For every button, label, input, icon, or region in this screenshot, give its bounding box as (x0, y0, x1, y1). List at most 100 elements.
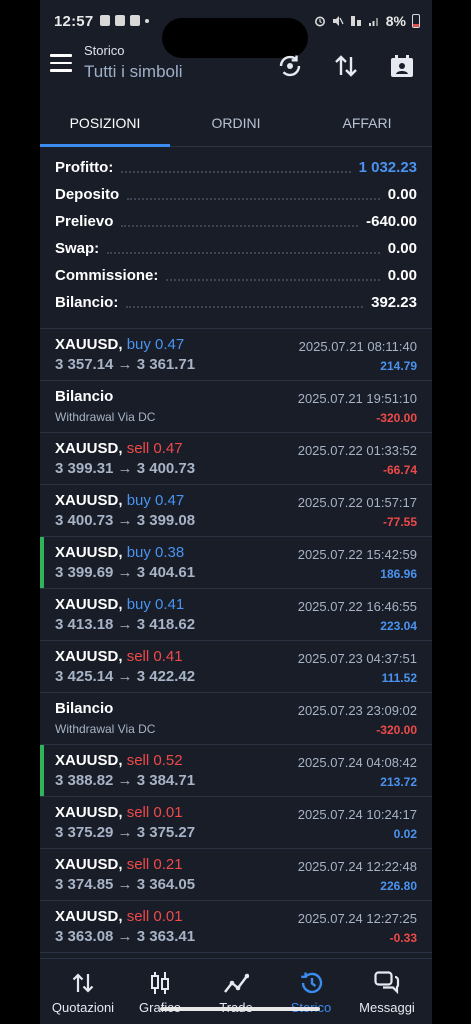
trade-row[interactable]: 3 363.08 → 3 363.41 XAUUSD, sell 0.01 2025… (40, 901, 432, 953)
bottom-navigation: Quotazioni Grafico Trade Storico Messagg… (40, 958, 432, 1024)
dotted-leader (126, 305, 364, 308)
mt5-history-screen: 12:57 8% Storico Tutti i simboli POSIZIO… (40, 0, 432, 1024)
side-label: sell (126, 804, 150, 821)
trade-row[interactable]: 3 375.29 → 3 375.27 XAUUSD, sell 0.01 2025… (40, 797, 432, 849)
side-label: sell (126, 440, 150, 457)
gesture-bar (160, 1007, 320, 1011)
status-bar: 12:57 8% (40, 0, 432, 58)
tab-posizioni[interactable]: POSIZIONI (40, 100, 170, 146)
balance-row[interactable]: Withdrawal Via DC Bilancio 2025.07.21 19:5… (40, 381, 432, 433)
trade-side: sell 0.21 (127, 856, 183, 873)
summary-label: Prelievo (55, 213, 114, 230)
open-close-prices: 3 357.14 → 3 361.71 (55, 356, 196, 373)
trade-symbol: XAUUSD, buy 0.41 (55, 596, 184, 613)
dotted-leader (166, 278, 380, 281)
trade-date: 2025.07.24 12:22:48 (297, 859, 417, 874)
trade-date: 2025.07.24 12:27:25 (297, 911, 417, 926)
dotted-leader (107, 251, 380, 254)
trade-profit: 223.04 (380, 619, 417, 633)
symbol-text: XAUUSD, (55, 908, 123, 925)
trade-date: 2025.07.22 16:46:55 (297, 599, 417, 614)
tab-ordini[interactable]: ORDINI (171, 100, 301, 146)
summary-value: -640.00 (366, 213, 417, 230)
trade-volume: 0.38 (155, 544, 185, 561)
notification-icons (100, 15, 149, 26)
trade-volume: 0.41 (153, 648, 183, 665)
status-time: 12:57 (54, 13, 94, 30)
trade-volume: 0.01 (153, 908, 183, 925)
trade-profit: -320.00 (376, 723, 417, 737)
trade-symbol: XAUUSD, sell 0.47 (55, 440, 183, 457)
trade-date: 2025.07.21 19:51:10 (297, 391, 417, 406)
calendar-icon[interactable] (386, 50, 418, 82)
balance-note: Withdrawal Via DC (55, 410, 156, 424)
symbol-filter[interactable]: Tutti i simboli (84, 62, 183, 82)
symbol-text: XAUUSD, (55, 856, 123, 873)
trade-profit: 214.79 (380, 359, 417, 373)
sort-icon[interactable] (330, 50, 362, 82)
summary-value: 1 032.23 (358, 159, 417, 176)
open-close-prices: 3 375.29 → 3 375.27 (55, 824, 196, 841)
trade-profit: 213.72 (380, 775, 417, 789)
balance-note: Withdrawal Via DC (55, 722, 156, 736)
trade-row[interactable]: 3 399.31 → 3 400.73 XAUUSD, sell 0.47 2025… (40, 433, 432, 485)
system-icons: 8% (314, 13, 420, 29)
history-tabs: POSIZIONI ORDINI AFFARI (40, 100, 432, 147)
side-label: sell (126, 648, 150, 665)
file-notification-icon (115, 15, 125, 26)
open-close-prices: 3 388.82 → 3 384.71 (55, 772, 196, 789)
summary-label: Profitto: (55, 159, 114, 176)
tab-affari[interactable]: AFFARI (302, 100, 432, 146)
signal-icon (368, 18, 378, 26)
trade-volume: 0.47 (153, 440, 183, 457)
nav-grafico[interactable]: Grafico (121, 959, 199, 1021)
trade-date: 2025.07.21 08:11:40 (298, 339, 417, 354)
trade-row[interactable]: 3 388.82 → 3 384.71 XAUUSD, sell 0.52 2025… (40, 745, 432, 797)
balance-row[interactable]: Withdrawal Via DC Bilancio 2025.07.23 23:0… (40, 693, 432, 745)
battery-percent: 8% (385, 13, 406, 29)
trade-volume: 0.47 (155, 336, 185, 353)
more-notifications-icon (145, 19, 149, 23)
active-tab-indicator (40, 144, 170, 147)
trade-symbol: XAUUSD, buy 0.38 (55, 544, 184, 561)
summary-row-bilancio: Bilancio: 392.23 (40, 289, 432, 316)
refresh-period-icon[interactable] (274, 50, 306, 82)
side-label: sell (126, 908, 150, 925)
trade-volume: 0.47 (155, 492, 185, 509)
side-label: buy (126, 544, 151, 561)
trade-date: 2025.07.23 23:09:02 (297, 703, 417, 718)
messages-icon (374, 971, 400, 995)
dotted-leader (121, 224, 359, 227)
trade-volume: 0.01 (153, 804, 183, 821)
trade-volume: 0.52 (153, 752, 183, 769)
trade-row[interactable]: 3 357.14 → 3 361.71 XAUUSD, buy 0.47 2025.… (40, 329, 432, 381)
nav-messaggi[interactable]: Messaggi (348, 959, 426, 1021)
trade-side: sell 0.01 (127, 804, 183, 821)
symbol-text: XAUUSD, (55, 804, 123, 821)
side-label: sell (126, 856, 150, 873)
nav-trade[interactable]: Trade (197, 959, 275, 1021)
symbol-text: XAUUSD, (55, 492, 123, 509)
symbol-text: XAUUSD, (55, 596, 123, 613)
trade-row[interactable]: 3 413.18 → 3 418.62 XAUUSD, buy 0.41 2025.… (40, 589, 432, 641)
symbol-text: XAUUSD, (55, 752, 123, 769)
trade-symbol: XAUUSD, sell 0.21 (55, 856, 183, 873)
alarm-icon (314, 16, 325, 27)
trade-row[interactable]: 3 374.85 → 3 364.05 XAUUSD, sell 0.21 2025… (40, 849, 432, 901)
menu-icon[interactable] (50, 54, 72, 72)
trade-side: buy 0.47 (127, 336, 185, 353)
symbol-text: XAUUSD, (55, 648, 123, 665)
trade-row[interactable]: 3 425.14 → 3 422.42 XAUUSD, sell 0.41 2025… (40, 641, 432, 693)
mute-icon (332, 16, 344, 26)
symbol-text: Bilancio (55, 700, 114, 717)
nav-quotazioni[interactable]: Quotazioni (44, 959, 122, 1021)
nav-storico[interactable]: Storico (272, 959, 350, 1021)
trade-row[interactable]: 3 400.73 → 3 399.08 XAUUSD, buy 0.47 2025.… (40, 485, 432, 537)
trade-symbol: Bilancio (55, 700, 113, 717)
trade-row[interactable]: 3 399.69 → 3 404.61 XAUUSD, buy 0.38 2025.… (40, 537, 432, 589)
trade-symbol: XAUUSD, buy 0.47 (55, 336, 184, 353)
trade-profit: 226.80 (380, 879, 417, 893)
trade-side: sell 0.01 (127, 908, 183, 925)
quotes-arrows-icon (72, 973, 94, 993)
side-label: buy (126, 492, 151, 509)
